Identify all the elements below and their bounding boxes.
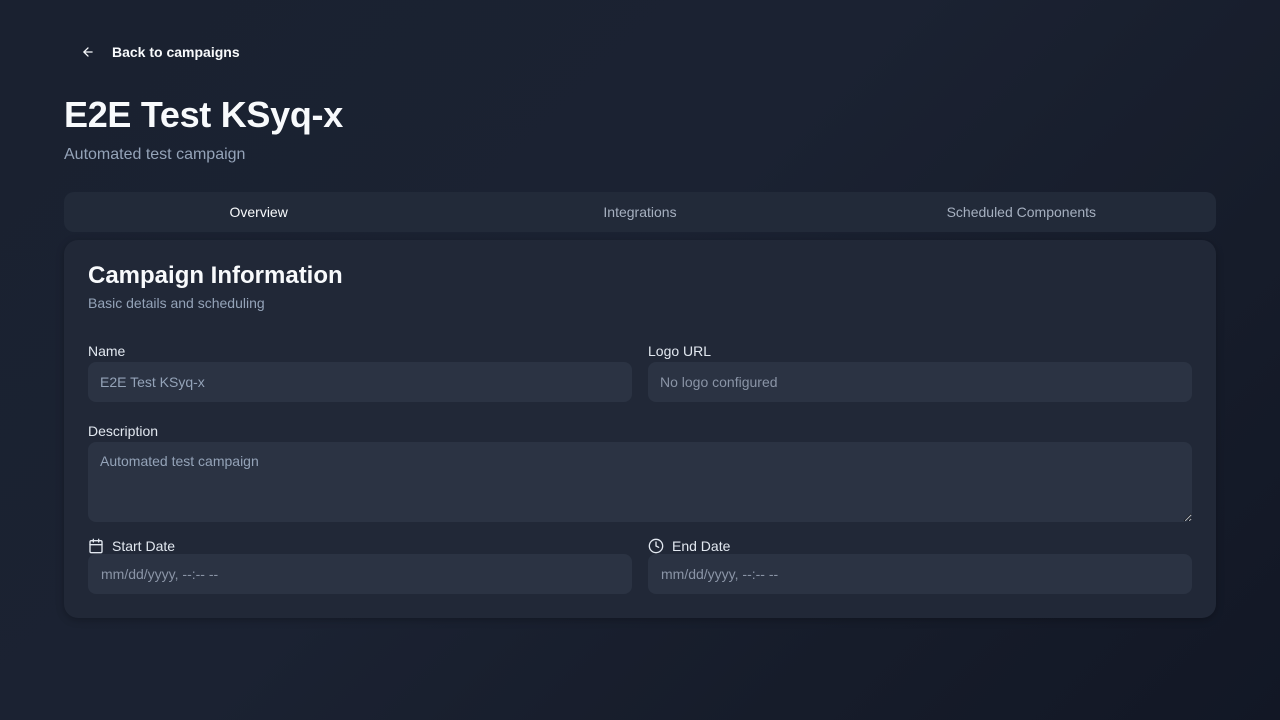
- description-label: Description: [88, 421, 158, 441]
- logo-url-input[interactable]: [648, 362, 1192, 402]
- start-date-input[interactable]: [88, 554, 632, 594]
- logo-url-label: Logo URL: [648, 341, 711, 361]
- back-to-campaigns-link[interactable]: Back to campaigns: [76, 40, 240, 64]
- name-label: Name: [88, 341, 125, 361]
- start-date-label-text: Start Date: [112, 538, 176, 554]
- end-date-label: End Date: [648, 536, 730, 556]
- name-label-text: Name: [88, 343, 126, 359]
- tab-list: Overview Integrations Scheduled Componen…: [64, 192, 1216, 232]
- start-date-label: Start Date: [88, 536, 175, 556]
- end-date-label-text: End Date: [672, 538, 731, 554]
- logo-url-label-text: Logo URL: [648, 343, 712, 359]
- arrow-left-icon: [76, 40, 100, 64]
- card-title: Campaign Information: [88, 262, 343, 289]
- tab-overview[interactable]: Overview: [68, 196, 449, 228]
- back-link-label: Back to campaigns: [112, 44, 240, 60]
- page-subtitle: Automated test campaign: [64, 146, 246, 163]
- campaign-information-card: Campaign Information Basic details and s…: [64, 240, 1216, 618]
- card-description: Basic details and scheduling: [88, 295, 265, 311]
- name-input[interactable]: [88, 362, 632, 402]
- clock-icon: [648, 538, 664, 554]
- page-title: E2E Test KSyq-x: [64, 94, 343, 135]
- tab-scheduled-components[interactable]: Scheduled Components: [831, 196, 1212, 228]
- calendar-icon: [88, 538, 104, 554]
- tab-integrations[interactable]: Integrations: [449, 196, 830, 228]
- end-date-input[interactable]: [648, 554, 1192, 594]
- description-textarea[interactable]: Automated test campaign: [88, 442, 1192, 522]
- description-label-text: Description: [88, 423, 159, 439]
